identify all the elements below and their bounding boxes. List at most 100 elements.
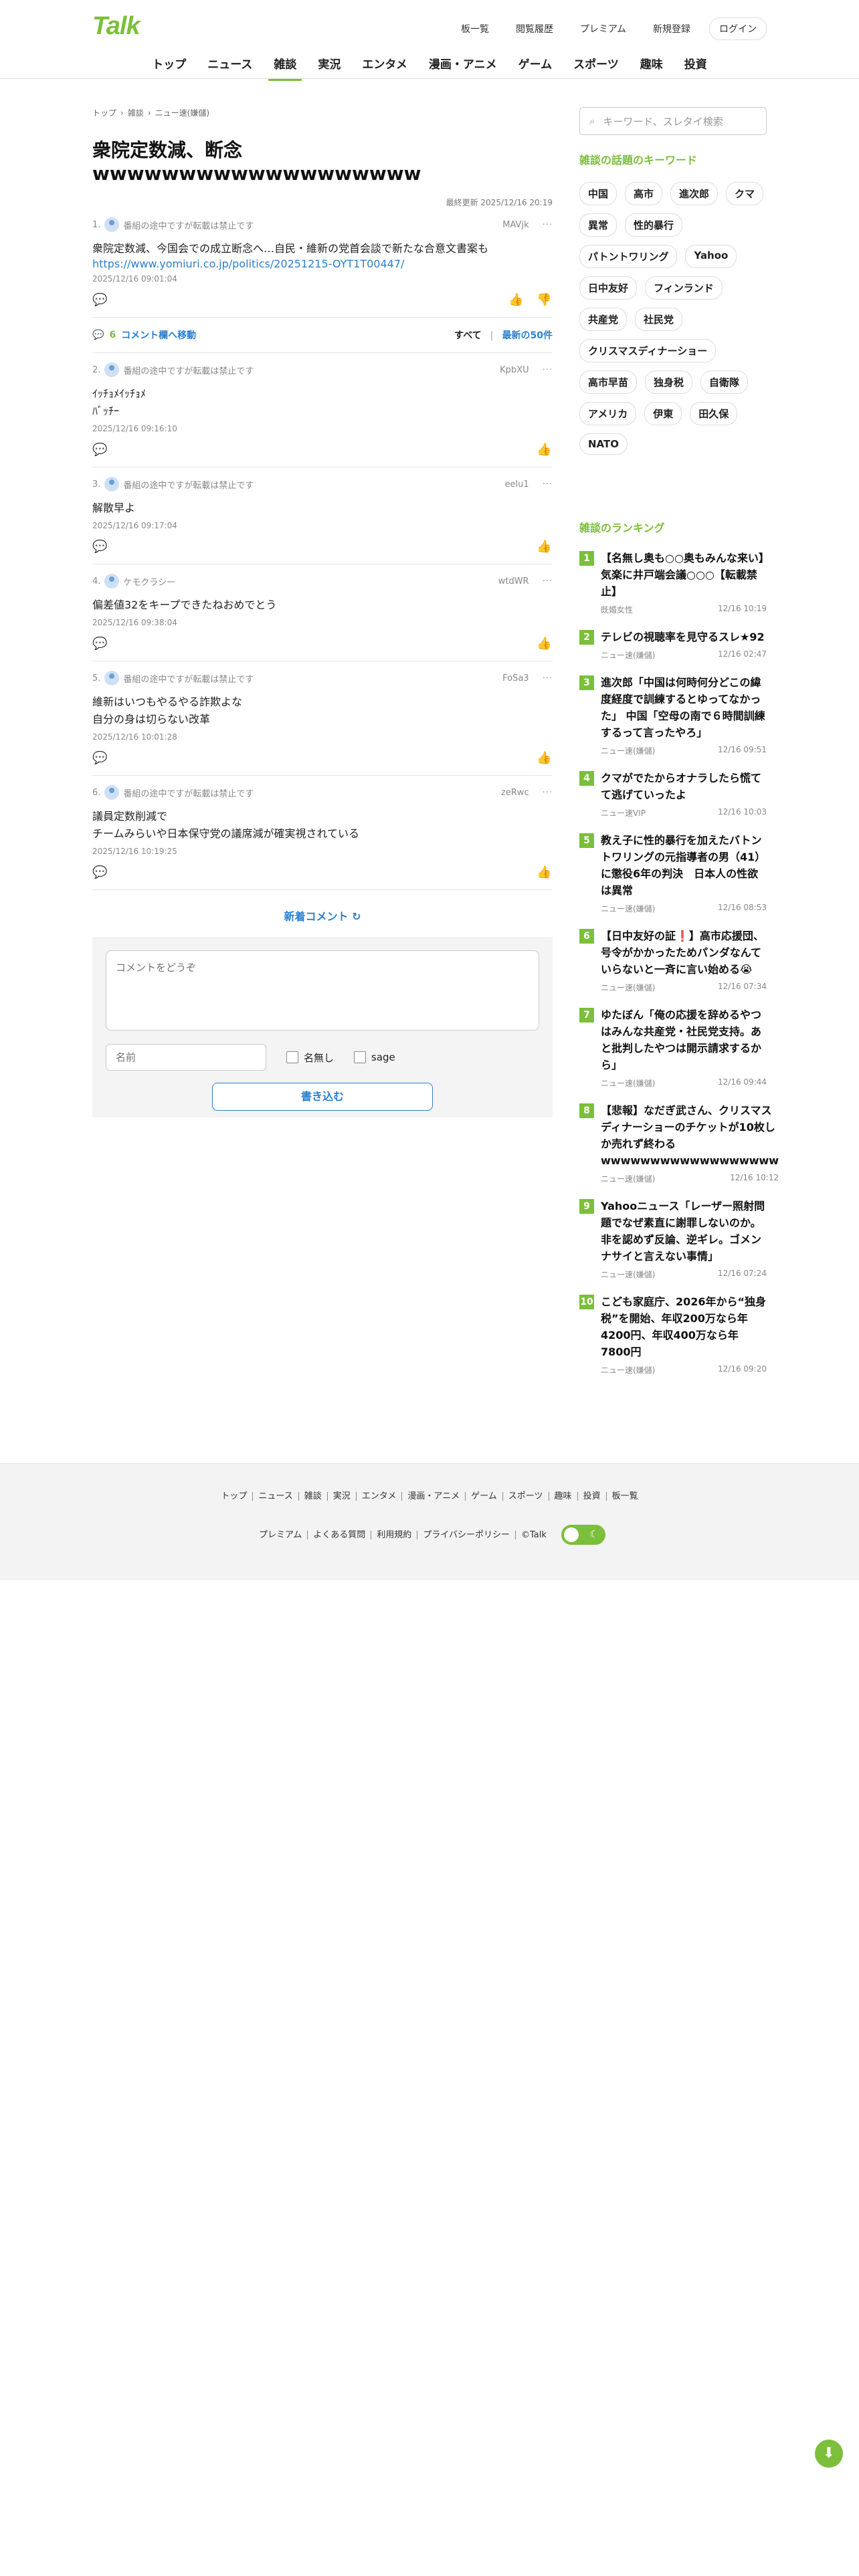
keyword-tag[interactable]: クマ (726, 182, 764, 205)
post-id[interactable]: KpbXU (500, 365, 529, 375)
keyword-tag[interactable]: Yahoo (685, 245, 737, 268)
footer-link[interactable]: 利用規約 (371, 1530, 418, 1539)
ranking-item[interactable]: 2 テレビの視聴率を見守るスレ★92 ニュー速(嫌儲) 12/16 02:47 (579, 629, 767, 661)
keyword-tag[interactable]: 中国 (579, 182, 617, 205)
comment-textarea[interactable] (106, 950, 539, 1031)
site-logo[interactable]: Talk (92, 12, 140, 41)
nav-hobby[interactable]: 趣味 (630, 48, 674, 81)
link-history[interactable]: 閲覧履歴 (508, 18, 561, 39)
footer-link[interactable]: 板一覧 (607, 1492, 644, 1501)
nav-manga-anime[interactable]: 漫画・アニメ (418, 48, 508, 81)
post-id[interactable]: eelu1 (504, 479, 529, 490)
search-input[interactable]: キーワード、スレタイ検索 (603, 114, 723, 128)
ranking-title[interactable]: 【日中友好の証❗】高市応援団、号令がかかったためパンダなんていらないと一斉に言い… (601, 928, 767, 978)
footer-link[interactable]: 漫画・アニメ (402, 1492, 466, 1501)
keyword-tag[interactable]: 進次郎 (670, 182, 719, 205)
nanashi-checkbox[interactable]: 名無し (286, 1051, 334, 1065)
keyword-tag[interactable]: 日中友好 (579, 276, 638, 300)
ranking-title[interactable]: クマがでたからオナラしたら慌てて逃げていったよ (601, 770, 767, 803)
footer-link[interactable]: 雑談 (299, 1492, 328, 1501)
nav-sports[interactable]: スポーツ (563, 48, 630, 81)
more-icon[interactable]: ··· (543, 788, 553, 798)
post-link[interactable]: https://www.yomiuri.co.jp/politics/20251… (92, 257, 553, 270)
footer-link[interactable]: ゲーム (466, 1492, 503, 1501)
nav-news[interactable]: ニュース (197, 48, 263, 81)
checkbox-box[interactable] (354, 1051, 367, 1063)
filter-latest[interactable]: 最新の50件 (502, 330, 553, 341)
ranking-item[interactable]: 8 【悲報】なだぎ武さん、クリスマスディナーショーのチケットが10枚しか売れず終… (579, 1102, 779, 1184)
nav-invest[interactable]: 投資 (674, 48, 718, 81)
footer-link[interactable]: プレミアム (254, 1530, 308, 1539)
keyword-tag[interactable]: 伊東 (644, 402, 682, 425)
link-signup[interactable]: 新規登録 (645, 18, 698, 39)
sage-checkbox[interactable]: sage (354, 1051, 395, 1063)
nav-entame[interactable]: エンタメ (351, 48, 418, 81)
thumb-down-icon[interactable]: 👎 (537, 293, 553, 307)
ranking-item[interactable]: 1 【名無し奥も○○奥もみんな来い】気楽に井戸端会議○○○【転載禁止】 既婚女性… (579, 550, 767, 615)
post-id[interactable]: FoSa3 (502, 673, 529, 683)
keyword-tag[interactable]: パトントワリング (579, 245, 678, 268)
checkbox-box[interactable] (286, 1051, 298, 1063)
reply-comment-icon[interactable]: 💬 (92, 751, 108, 765)
keyword-tag[interactable]: 高市 (625, 182, 663, 205)
footer-link[interactable]: エンタメ (357, 1492, 403, 1501)
reply-comment-icon[interactable]: 💬 (92, 293, 108, 307)
reply-comment-icon[interactable]: 💬 (92, 540, 108, 554)
keyword-tag[interactable]: 性的暴行 (625, 213, 683, 237)
more-icon[interactable]: ··· (543, 576, 553, 586)
thumb-up-icon[interactable]: 👍 (537, 443, 553, 457)
filter-all[interactable]: すべて (454, 330, 481, 341)
dark-mode-toggle[interactable]: ☾ (561, 1525, 605, 1545)
login-button[interactable]: ログイン (709, 17, 767, 40)
submit-button[interactable]: 書き込む (212, 1083, 433, 1111)
ranking-item[interactable]: 3 進次郎「中国は何時何分どこの緯度経度で訓練するとゆってなかった」 中国「空母… (579, 674, 767, 756)
footer-link[interactable]: 趣味 (549, 1492, 578, 1501)
keyword-tag[interactable]: 社民党 (635, 308, 683, 331)
keyword-tag[interactable]: 異常 (579, 213, 617, 237)
ranking-item[interactable]: 9 Yahooニュース「レーザー照射問題でなぜ素直に謝罪しないのか。非を認めず反… (579, 1198, 767, 1280)
ranking-item[interactable]: 4 クマがでたからオナラしたら慌てて逃げていったよ ニュー速VIP 12/16 1… (579, 770, 767, 819)
nav-live[interactable]: 実況 (307, 48, 351, 81)
reply-comment-icon[interactable]: 💬 (92, 637, 108, 651)
ranking-title[interactable]: こども家庭庁、2026年から“独身税”を開始、年収200万なら年4200円、年収… (601, 1293, 767, 1360)
crumb-board[interactable]: ニュー速(嫌儲) (155, 107, 209, 118)
jump-to-comments[interactable]: 💬 6 コメント欄へ移動 (92, 328, 196, 342)
post-id[interactable]: MAVjk (502, 220, 529, 230)
ranking-item[interactable]: 6 【日中友好の証❗】高市応援団、号令がかかったためパンダなんていらないと一斉に… (579, 928, 767, 993)
ranking-title[interactable]: 【悲報】なだぎ武さん、クリスマスディナーショーのチケットが10枚しか売れず終わる… (601, 1102, 779, 1169)
ranking-title[interactable]: テレビの視聴率を見守るスレ★92 (601, 629, 767, 645)
crumb-top[interactable]: トップ (92, 107, 116, 118)
nav-game[interactable]: ゲーム (508, 48, 563, 81)
keyword-tag[interactable]: 独身税 (645, 370, 693, 394)
ranking-item[interactable]: 7 ゆたぼん「俺の応援を辞めるやつはみんな共産党・社民党支持。あと批判したやつは… (579, 1006, 767, 1089)
link-board-list[interactable]: 板一覧 (453, 18, 497, 39)
footer-link[interactable]: プライバシーポリシー (417, 1530, 516, 1539)
keyword-tag[interactable]: 田久保 (690, 402, 738, 425)
reply-comment-icon[interactable]: 💬 (92, 443, 108, 457)
footer-link[interactable]: トップ (215, 1492, 254, 1501)
ranking-title[interactable]: Yahooニュース「レーザー照射問題でなぜ素直に謝罪しないのか。非を認めず反論、… (601, 1198, 767, 1265)
keyword-tag[interactable]: 自衛隊 (700, 370, 749, 394)
more-icon[interactable]: ··· (543, 365, 553, 375)
post-id[interactable]: wtdWR (498, 576, 529, 586)
crumb-zatsudan[interactable]: 雑談 (128, 107, 144, 118)
keyword-tag[interactable]: クリスマスディナーショー (579, 339, 717, 362)
search-box[interactable]: ⌕ キーワード、スレタイ検索 (579, 107, 767, 135)
more-icon[interactable]: ··· (543, 220, 553, 230)
thumb-up-icon[interactable]: 👍 (537, 865, 553, 879)
ranking-title[interactable]: 【名無し奥も○○奥もみんな来い】気楽に井戸端会議○○○【転載禁止】 (601, 550, 767, 600)
link-premium[interactable]: プレミアム (572, 18, 634, 39)
footer-link[interactable]: ニュース (253, 1492, 299, 1501)
keyword-tag[interactable]: アメリカ (579, 402, 637, 425)
more-icon[interactable]: ··· (543, 479, 553, 490)
thumb-up-icon[interactable]: 👍 (537, 540, 553, 554)
thumb-up-icon[interactable]: 👍 (537, 751, 553, 765)
ranking-item[interactable]: 5 教え子に性的暴行を加えたバトントワリングの元指導者の男（41）に懲役6年の判… (579, 832, 767, 914)
new-comments-button[interactable]: 新着コメント ↻ (92, 907, 553, 924)
more-icon[interactable]: ··· (543, 673, 553, 683)
keyword-tag[interactable]: NATO (579, 433, 628, 455)
thumb-up-icon[interactable]: 👍 (508, 293, 524, 307)
name-input[interactable] (106, 1044, 266, 1071)
footer-link[interactable]: スポーツ (503, 1492, 549, 1501)
footer-link[interactable]: ©Talk (516, 1531, 552, 1539)
